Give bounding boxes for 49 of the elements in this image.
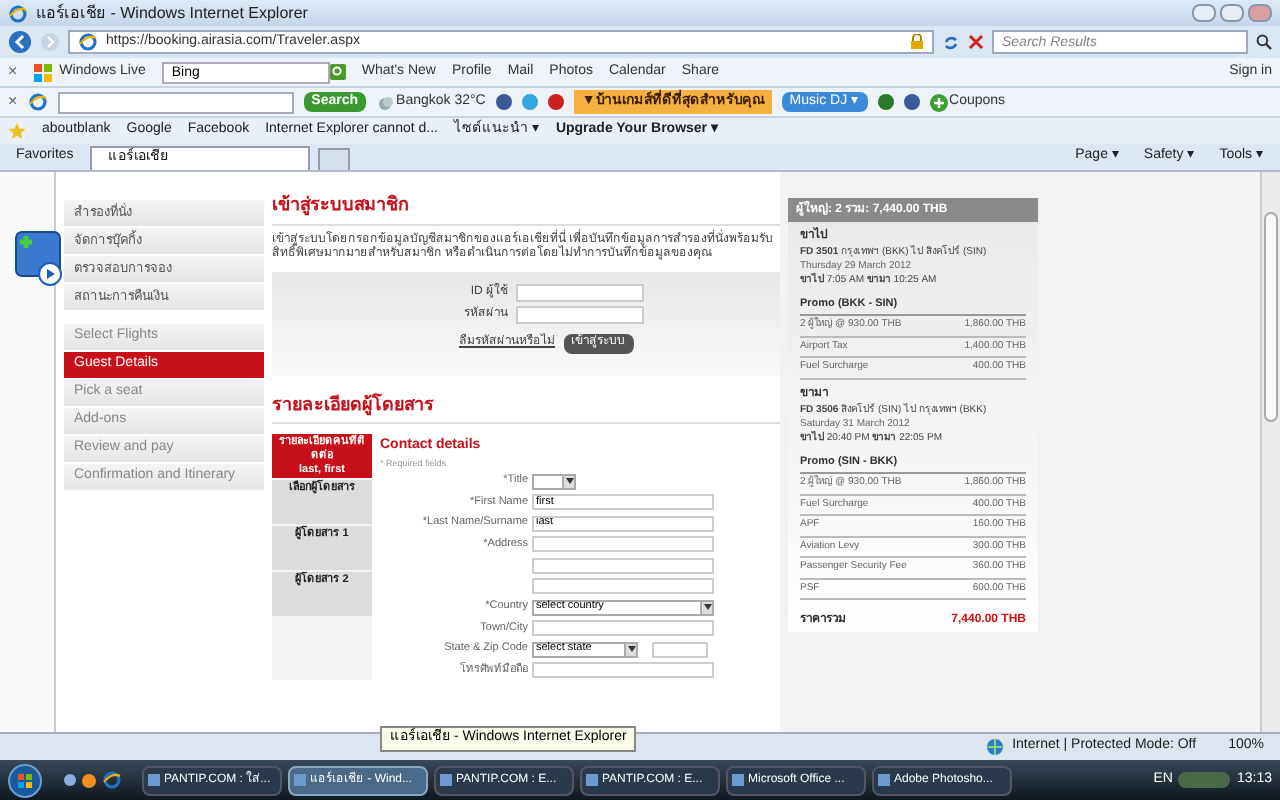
new-tab-button[interactable]: [317, 148, 350, 170]
back-icon[interactable]: [8, 30, 32, 54]
close-toolbar-button[interactable]: ×: [8, 90, 18, 114]
text-field[interactable]: [532, 536, 714, 552]
maximize-icon[interactable]: [1220, 4, 1244, 22]
toolbar-search-field[interactable]: [57, 91, 294, 113]
window-title: แอร์เอเชีย - Windows Internet Explorer: [36, 1, 310, 25]
close-toolbar-button[interactable]: ×: [8, 60, 18, 84]
zip-code-field[interactable]: [652, 641, 708, 657]
forward-icon[interactable]: [40, 32, 60, 52]
app-icon: [294, 774, 306, 786]
refresh-icon[interactable]: [942, 33, 960, 51]
lock-icon: [910, 34, 924, 50]
start-button[interactable]: [8, 763, 42, 797]
browser-launch-icon[interactable]: [102, 770, 122, 790]
user-id-field[interactable]: [516, 283, 644, 301]
dropdown-arrow-icon[interactable]: [624, 643, 636, 655]
app-icon: [586, 774, 598, 786]
dropdown-arrow-icon[interactable]: [562, 475, 574, 487]
star-icon[interactable]: [8, 122, 26, 140]
password-field[interactable]: [516, 305, 644, 323]
globe-icon: [986, 738, 1005, 756]
scroll-thumb[interactable]: [1264, 212, 1278, 422]
section-heading: รายละเอียดผู้โดยสาร: [272, 391, 780, 424]
app-icon: [148, 774, 160, 786]
tray-icons[interactable]: [1178, 772, 1231, 788]
title-select[interactable]: [532, 473, 576, 489]
scrollbar[interactable]: [1260, 172, 1280, 732]
minimize-icon[interactable]: [1192, 4, 1216, 22]
globe-icon: [27, 92, 48, 112]
search-icon[interactable]: [1256, 34, 1272, 50]
app-icon: [732, 774, 744, 786]
close-icon[interactable]: [1248, 4, 1272, 22]
gadget-icon[interactable]: [14, 230, 66, 286]
text-field[interactable]: [532, 620, 714, 636]
plus-icon: [929, 93, 948, 111]
video-icon[interactable]: [547, 94, 564, 110]
cloud-icon: [376, 93, 395, 111]
app-icon: [878, 774, 890, 786]
dropdown-arrow-icon[interactable]: [700, 601, 712, 613]
browser-logo-icon: [8, 3, 28, 23]
stop-icon[interactable]: [968, 34, 984, 50]
text-field[interactable]: [532, 578, 714, 594]
windows-flag-icon: [33, 63, 52, 81]
app-icon: [440, 774, 452, 786]
text-field[interactable]: [532, 662, 714, 678]
text-field[interactable]: [532, 557, 714, 573]
section-heading: เข้าสู่ระบบสมาชิก: [272, 192, 780, 225]
page-icon: [78, 32, 98, 52]
